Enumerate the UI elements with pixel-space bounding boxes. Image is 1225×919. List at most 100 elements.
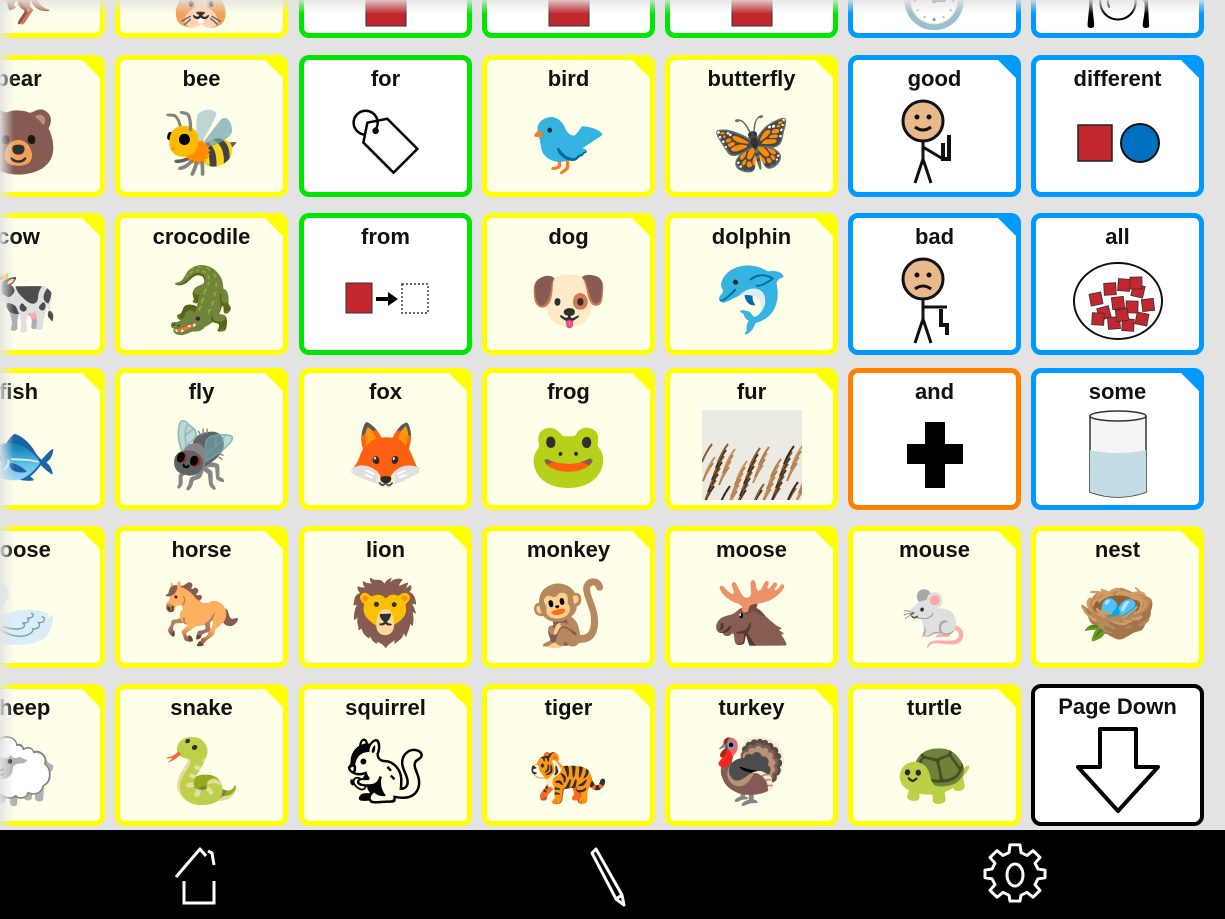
edit-button[interactable] <box>572 842 652 908</box>
glass-of-water-icon <box>1063 409 1173 501</box>
tile-label: sheep <box>0 695 51 720</box>
symbol-tile-some[interactable]: some <box>1031 368 1204 510</box>
symbol-tile[interactable] <box>482 0 655 38</box>
symbol-tile-and[interactable]: and <box>848 368 1021 510</box>
symbol-tile-dolphin[interactable]: dolphin 🐬 <box>665 213 838 355</box>
turkey-icon: 🦃 <box>711 735 792 807</box>
tile-label: fur <box>736 379 767 404</box>
bottom-toolbar <box>0 830 1225 919</box>
horse-icon: 🐎 <box>161 577 242 649</box>
symbol-tile-squirrel[interactable]: squirrel 🐿 <box>299 684 472 826</box>
symbol-tile-monkey[interactable]: monkey 🐒 <box>482 526 655 668</box>
preposition-symbol-icon <box>331 0 441 33</box>
tile-label: dog <box>548 224 589 249</box>
snake-icon: 🐍 <box>161 735 242 807</box>
symbol-tile[interactable] <box>665 0 838 38</box>
symbol-tile-frog[interactable]: frog 🐸 <box>482 368 655 510</box>
preposition-symbol-icon <box>514 0 624 33</box>
monkey-icon: 🐒 <box>528 577 609 649</box>
symbol-tile-moose[interactable]: moose 🫎 <box>665 526 838 668</box>
symbol-tile[interactable] <box>299 0 472 38</box>
tile-label: squirrel <box>345 695 426 720</box>
symbol-tile[interactable]: 🐹 <box>115 0 288 38</box>
tile-label: snake <box>170 695 233 720</box>
symbol-tile-fly[interactable]: fly 🪰 <box>115 368 288 510</box>
symbol-tile-fish[interactable]: fish 🐟 <box>0 368 105 510</box>
symbol-tile-fur[interactable]: fur <box>665 368 838 510</box>
symbol-tile-butterfly[interactable]: butterfly 🦋 <box>665 55 838 197</box>
symbol-tile-good[interactable]: good <box>848 55 1021 197</box>
symbol-tile-sheep[interactable]: sheep 🐑 <box>0 684 105 826</box>
symbol-tile-mouse[interactable]: mouse 🐁 <box>848 526 1021 668</box>
symbol-tile-tiger[interactable]: tiger 🐅 <box>482 684 655 826</box>
gear-icon <box>983 843 1047 903</box>
tag-icon: 🏷 <box>344 106 427 178</box>
symbol-tile-bad[interactable]: bad <box>848 213 1021 355</box>
symbol-tile-horse[interactable]: horse 🐎 <box>115 526 288 668</box>
symbol-tile-goose[interactable]: goose 🦢 <box>0 526 105 668</box>
symbol-tile-bear[interactable]: bear 🐻 <box>0 55 105 197</box>
symbol-tile-nest[interactable]: nest 🪺 <box>1031 526 1204 668</box>
crocodile-icon: 🐊 <box>161 264 242 336</box>
fly-icon: 🪰 <box>161 419 242 491</box>
plate-icon: 🍽 <box>1083 0 1152 31</box>
tile-label: lion <box>365 537 406 562</box>
symbol-tile-bee[interactable]: bee 🐝 <box>115 55 288 197</box>
turtle-icon: 🐢 <box>894 735 975 807</box>
symbol-tile-dog[interactable]: dog 🐶 <box>482 213 655 355</box>
fish-icon: 🐟 <box>0 409 74 501</box>
symbol-tile-lion[interactable]: lion 🦁 <box>299 526 472 668</box>
symbol-tile-page-down[interactable]: Page Down <box>1031 684 1204 826</box>
symbol-tile-different[interactable]: different <box>1031 55 1204 197</box>
symbol-tile[interactable]: 🦘 <box>0 0 105 38</box>
tile-label: moose <box>716 537 787 562</box>
symbol-tile-fox[interactable]: fox 🦊 <box>299 368 472 510</box>
symbol-tile-turkey[interactable]: turkey 🦃 <box>665 684 838 826</box>
tile-label: some <box>1088 379 1147 404</box>
tile-label: crocodile <box>152 224 251 249</box>
tile-label: fly <box>188 379 215 404</box>
symbol-tile-crocodile[interactable]: crocodile 🐊 <box>115 213 288 355</box>
tile-label: monkey <box>526 537 611 562</box>
symbol-tile-all[interactable]: all <box>1031 213 1204 355</box>
nest-icon: 🪺 <box>1077 577 1158 649</box>
sheep-icon: 🐑 <box>0 725 74 817</box>
bird-icon: 🐦 <box>528 106 609 178</box>
plus-icon <box>880 409 990 501</box>
settings-button[interactable] <box>975 842 1055 908</box>
symbol-tile-cow[interactable]: cow 🐄 <box>0 213 105 355</box>
tile-label: dolphin <box>711 224 792 249</box>
tile-label: bad <box>914 224 955 249</box>
symbol-tile-for[interactable]: for 🏷 <box>299 55 472 197</box>
tile-label: all <box>1105 224 1130 249</box>
vocabulary-grid: 🦘 🐹 🕒 🍽 bear 🐻 bee 🐝 for 🏷 bird 🐦 butterfly 🦋 good diff… <box>0 0 1225 830</box>
thumbs-down-person-icon <box>880 254 990 346</box>
symbol-tile[interactable]: 🕒 <box>848 0 1021 38</box>
all-squares-icon <box>1063 254 1173 346</box>
tile-label: horse <box>171 537 232 562</box>
frog-icon: 🐸 <box>528 419 609 491</box>
bee-icon: 🐝 <box>161 106 242 178</box>
pencil-icon <box>590 847 626 907</box>
clock-icon: 🕒 <box>900 0 969 31</box>
butterfly-icon: 🦋 <box>711 106 792 178</box>
symbol-tile-from[interactable]: from <box>299 213 472 355</box>
goose-icon: 🦢 <box>0 567 74 659</box>
symbol-tile-snake[interactable]: snake 🐍 <box>115 684 288 826</box>
symbol-tile-turtle[interactable]: turtle 🐢 <box>848 684 1021 826</box>
preposition-symbol-icon <box>697 0 807 33</box>
tiger-icon: 🐅 <box>528 735 609 807</box>
page-down-arrow-icon <box>1063 724 1173 816</box>
thumbs-up-person-icon <box>880 96 990 188</box>
mouse-icon: 🐁 <box>894 577 975 649</box>
kangaroo-icon: 🦘 <box>0 0 74 33</box>
fur-icon <box>697 409 807 501</box>
tile-label: and <box>914 379 955 404</box>
symbol-tile-bird[interactable]: bird 🐦 <box>482 55 655 197</box>
bear-icon: 🐻 <box>0 96 74 188</box>
home-button[interactable] <box>162 842 242 908</box>
tile-label: for <box>370 66 401 91</box>
symbol-tile[interactable]: 🍽 <box>1031 0 1204 38</box>
tile-label: turtle <box>907 695 962 720</box>
tile-label: goose <box>0 537 51 562</box>
